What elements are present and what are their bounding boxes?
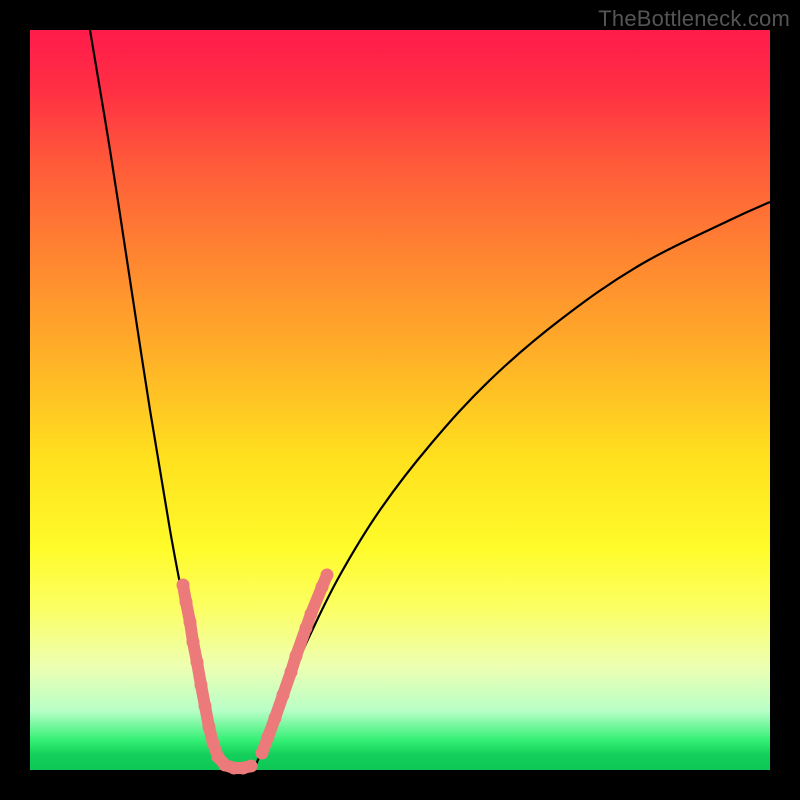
marker-dot — [285, 666, 298, 679]
marker-cluster — [177, 569, 334, 775]
marker-dot — [191, 656, 204, 669]
left-branch-path — [90, 30, 223, 767]
marker-dot — [199, 700, 212, 713]
marker-dot — [195, 679, 208, 692]
curve-layer — [30, 30, 770, 770]
marker-dot — [187, 636, 200, 649]
right-branch-path — [255, 202, 770, 767]
marker-dot — [321, 569, 334, 582]
marker-dot — [300, 622, 313, 635]
marker-dot — [256, 747, 269, 760]
marker-dot — [269, 712, 282, 725]
marker-dot — [180, 596, 193, 609]
marker-dot — [245, 760, 258, 773]
watermark-text: TheBottleneck.com — [598, 6, 790, 32]
marker-dot — [290, 650, 303, 663]
marker-dot — [207, 737, 220, 750]
marker-dot — [177, 579, 190, 592]
marker-dot — [277, 689, 290, 702]
marker-dot — [305, 608, 318, 621]
marker-dot — [184, 616, 197, 629]
marker-dot — [316, 581, 329, 594]
marker-dot — [203, 721, 216, 734]
chart-frame: TheBottleneck.com — [0, 0, 800, 800]
marker-dot — [262, 731, 275, 744]
